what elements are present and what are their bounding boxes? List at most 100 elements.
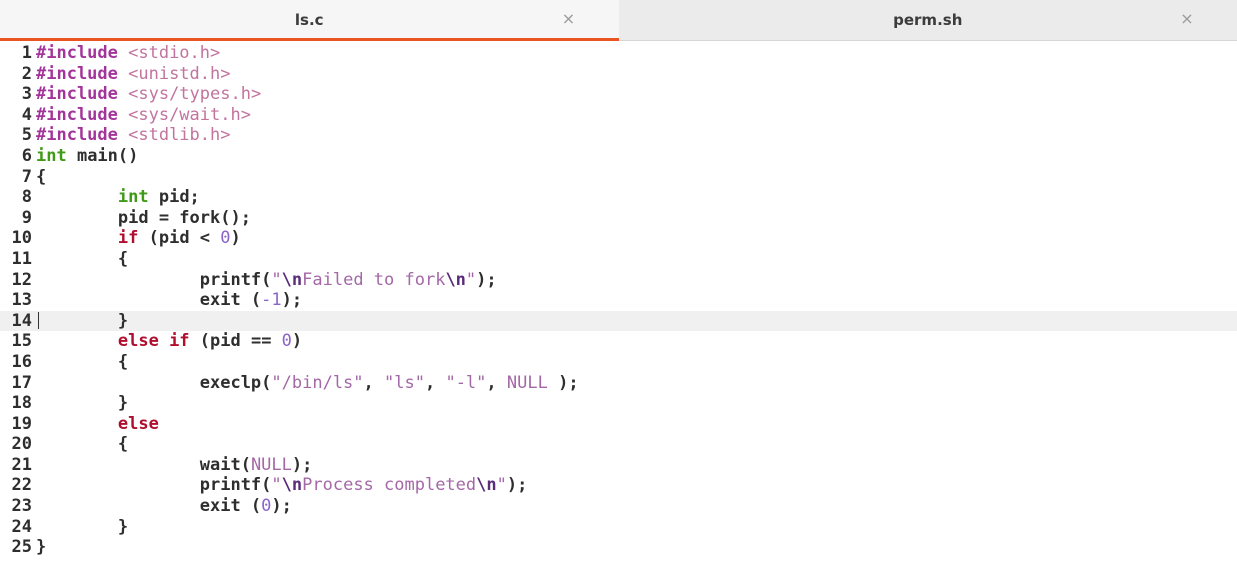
code-line[interactable]: 9 pid = fork(); [0,208,1237,229]
code-line[interactable]: 22 printf("\nProcess completed\n"); [0,475,1237,496]
code-token: , [486,372,507,393]
code-text: if (pid < 0) [36,228,241,249]
code-token: exit ( [36,496,262,517]
line-number: 4 [21,104,32,125]
code-token: " [465,269,477,290]
code-token: { [36,166,47,187]
code-token: execlp( [36,372,272,393]
line-number: 19 [11,413,32,434]
code-line[interactable]: 18 } [0,393,1237,414]
code-token: \n [281,475,303,496]
line-number: 6 [21,145,32,166]
tab-ls-c[interactable]: ls.c × [0,0,619,41]
code-token: 0 [220,228,231,249]
code-token: } [36,537,47,558]
code-token: "-l" [445,372,487,393]
code-text: else [36,414,159,435]
line-number: 24 [11,516,32,537]
tab-bar: ls.c × perm.sh × [0,0,1237,41]
line-number: 20 [11,434,32,455]
code-token: "/bin/ls" [271,372,364,393]
code-token: #include [36,125,129,146]
code-text: printf("\nProcess completed\n"); [36,475,528,496]
code-token: else [117,413,159,434]
line-number: 9 [21,207,32,228]
code-line[interactable]: 20 { [0,434,1237,455]
line-number: 13 [11,290,32,311]
code-line[interactable]: 2 #include <unistd.h> [0,64,1237,85]
code-line[interactable]: 17 execlp("/bin/ls", "ls", "-l", NULL ); [0,373,1237,394]
code-text: int main() [36,146,138,167]
code-token: { [36,434,129,455]
code-line[interactable]: 5 #include <stdlib.h> [0,125,1237,146]
code-token: ); [547,372,579,393]
code-line[interactable]: 1 #include <stdio.h> [0,43,1237,64]
code-line[interactable]: 6 int main() [0,146,1237,167]
code-line[interactable]: 25} [0,537,1237,558]
code-text: pid = fork(); [36,208,251,229]
code-line[interactable]: 4 #include <sys/wait.h> [0,105,1237,126]
code-text: int pid; [36,187,200,208]
code-token: if [117,228,139,249]
code-line[interactable]: 23 exit (0); [0,496,1237,517]
code-token: ); [506,475,528,496]
code-token: \n [445,269,466,290]
code-line[interactable]: 10 if (pid < 0) [0,228,1237,249]
line-number: 22 [11,475,32,496]
line-number: 25 [11,537,32,558]
code-line[interactable]: 16 { [0,352,1237,373]
code-editor[interactable]: 1 #include <stdio.h> 2 #include <unistd.h> 3… [0,41,1237,558]
code-token: } [36,310,129,331]
code-line[interactable]: 11 { [0,249,1237,270]
code-token: Process completed [302,475,477,496]
code-text: wait(NULL); [36,454,313,476]
code-token: , [363,372,385,393]
code-token: " [271,269,282,290]
code-token: exit ( [36,290,262,311]
code-token: ); [291,454,313,475]
tab-perm-sh[interactable]: perm.sh × [619,0,1237,40]
code-text: #include <stdlib.h> [36,125,230,146]
code-text: #include <stdio.h> [36,43,220,64]
code-token: ) [291,331,303,352]
code-text: execlp("/bin/ls", "ls", "-l", NULL ); [36,373,579,394]
code-token: \n [281,269,303,290]
code-line[interactable]: 3 #include <sys/types.h> [0,84,1237,105]
line-number: 5 [21,125,32,146]
line-number: 21 [11,454,32,475]
code-token: "ls" [384,372,425,393]
code-line[interactable]: 12 printf("\nFailed to fork\n"); [0,270,1237,291]
code-token: ); [271,496,292,517]
line-number: 16 [11,351,32,372]
code-line[interactable]: 15 else if (pid == 0) [0,331,1237,352]
code-text: } [36,393,128,414]
close-icon[interactable]: × [1179,10,1195,28]
code-text: } [36,537,46,558]
code-token: int [117,187,149,208]
code-token: " [496,475,507,496]
code-line[interactable]: 19 else [0,414,1237,435]
code-line[interactable]: 14 } [0,310,1237,332]
code-line[interactable]: 8 int pid; [0,187,1237,208]
line-number: 23 [11,496,32,517]
code-token: <sys/types.h> [128,84,262,105]
code-token: <stdlib.h> [128,125,231,146]
code-token: int [36,145,67,166]
code-token: printf( [36,475,272,496]
close-icon[interactable]: × [561,10,577,28]
code-token: #include [36,63,129,84]
code-line[interactable]: 13 exit (-1); [0,290,1237,311]
line-number: 14 [11,310,32,331]
code-text: { [36,434,128,455]
code-line[interactable]: 21 wait(NULL); [0,455,1237,476]
code-token: wait( [36,454,251,475]
code-token: <stdio.h> [128,43,221,63]
code-line[interactable]: 24 } [0,517,1237,538]
code-text: else if (pid == 0) [36,331,302,352]
code-line[interactable]: 7{ [0,167,1237,188]
code-token: ) [230,228,241,249]
code-token: #include [36,104,129,125]
code-token: <sys/wait.h> [128,104,251,125]
